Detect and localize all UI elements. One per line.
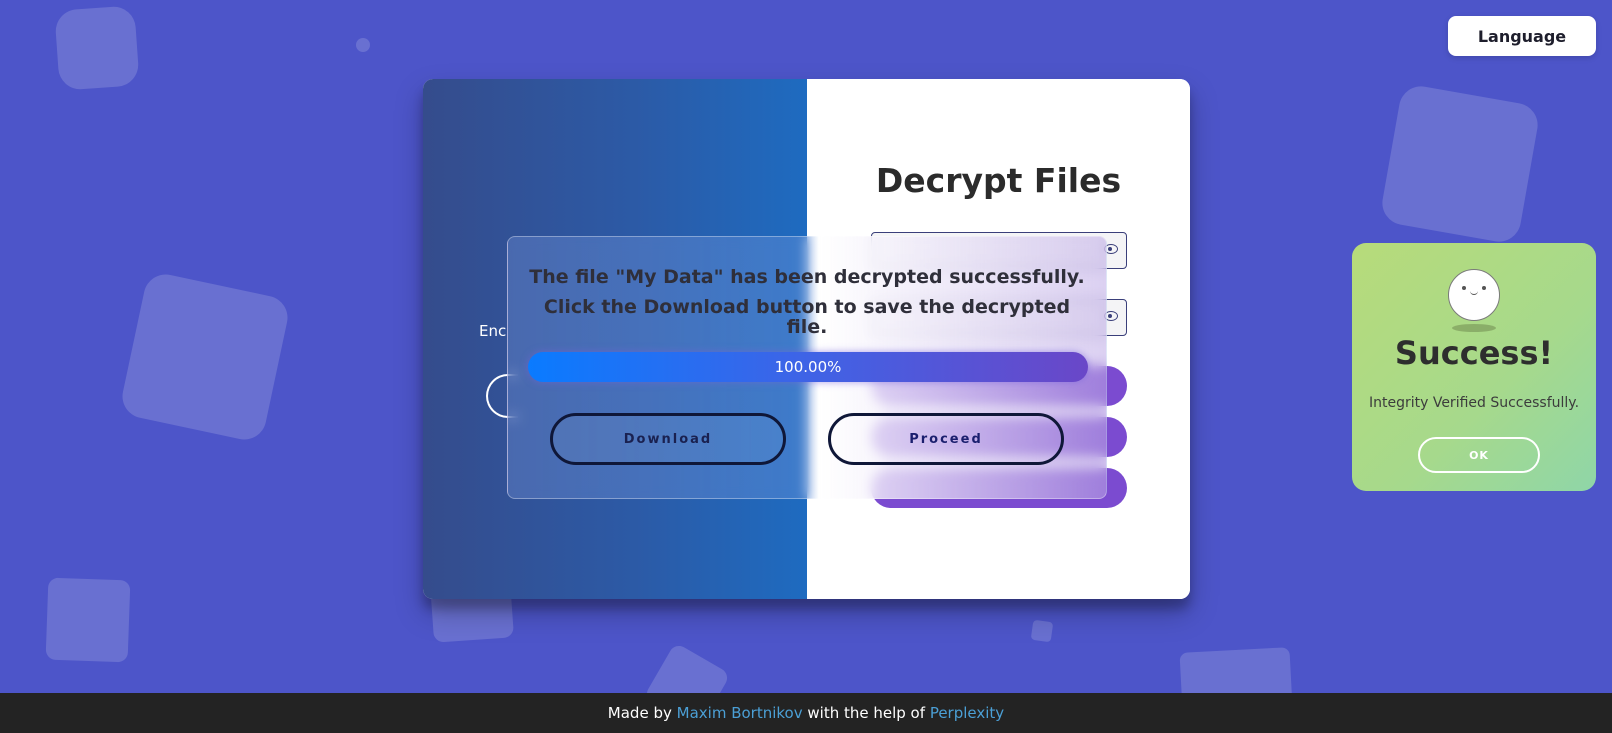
author-link[interactable]: Maxim Bortnikov <box>677 704 803 722</box>
modal-message-line1: The file "My Data" has been decrypted su… <box>529 266 1085 288</box>
footer-made-by: Made by <box>607 704 672 722</box>
bg-square <box>54 5 140 91</box>
smiley-face-icon <box>1448 269 1500 321</box>
progress-text: 100.00% <box>774 358 842 376</box>
footer-with-help: with the help of <box>807 704 926 722</box>
download-button[interactable]: Download <box>550 413 786 465</box>
modal-message-line2: Click the Download button to save the de… <box>543 296 1071 338</box>
bg-square <box>45 577 131 663</box>
left-panel-label: Enc <box>479 322 507 340</box>
perplexity-link[interactable]: Perplexity <box>930 704 1004 722</box>
eye-dot <box>1462 286 1466 290</box>
progress-bar: 100.00% <box>528 352 1088 382</box>
footer: Made by Maxim Bortnikov with the help of… <box>0 693 1612 733</box>
toast-title: Success! <box>1394 334 1554 372</box>
face-shadow <box>1452 324 1496 332</box>
ok-button[interactable]: OK <box>1418 437 1540 473</box>
bg-square <box>1378 82 1542 246</box>
bg-square <box>1030 619 1054 643</box>
decrypt-result-modal: The file "My Data" has been decrypted su… <box>507 236 1107 499</box>
page-title: Decrypt Files <box>875 161 1122 200</box>
eye-dot <box>1482 286 1486 290</box>
bg-square <box>118 270 292 444</box>
proceed-button[interactable]: Proceed <box>828 413 1064 465</box>
bg-square <box>356 38 370 52</box>
toast-message: Integrity Verified Successfully. <box>1368 395 1580 411</box>
mouth <box>1470 289 1478 295</box>
language-button[interactable]: Language <box>1448 16 1596 56</box>
success-toast: Success! Integrity Verified Successfully… <box>1352 243 1596 491</box>
